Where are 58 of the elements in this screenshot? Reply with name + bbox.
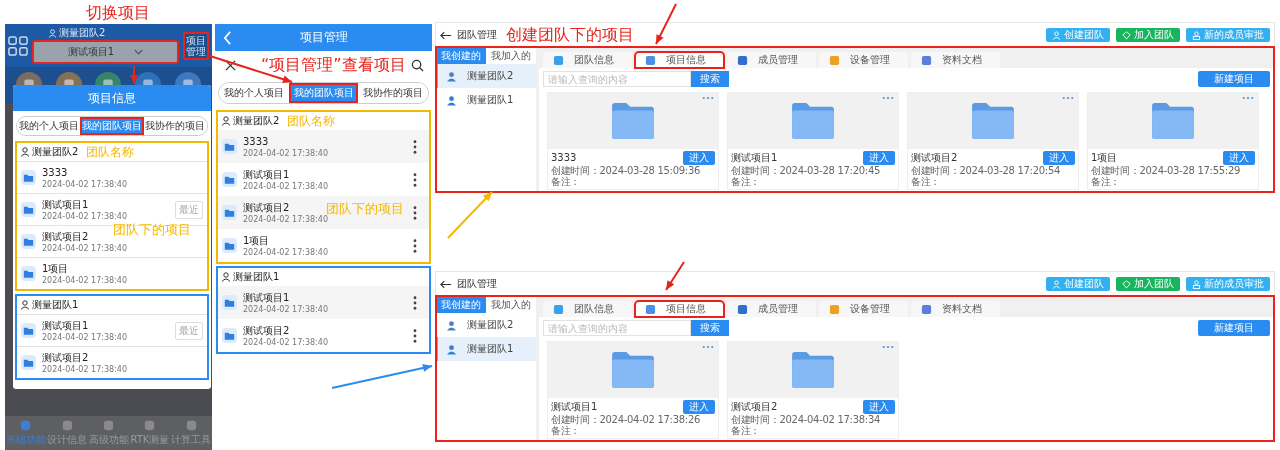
annotation-text: 团队下的项目 <box>113 221 191 239</box>
created-time: 创建时间：2024-04-02 17:38:26 <box>551 414 700 425</box>
annotation-text: “项目管理”查看项目 <box>261 55 406 76</box>
project-time: 2024-04-02 17:38:40 <box>243 246 328 258</box>
project-name: 1项目 <box>1091 152 1118 164</box>
project-name: 3333 <box>42 165 68 179</box>
remark-label: 备注： <box>551 425 581 436</box>
project-time: 2024-04-02 17:38:40 <box>42 210 127 222</box>
project-time: 2024-04-02 17:38:40 <box>42 363 127 375</box>
created-time: 创建时间：2024-03-28 17:55:29 <box>1091 165 1240 176</box>
project-name: 测试项目2 <box>731 401 778 413</box>
project-name: 测试项目2 <box>42 350 89 364</box>
team-name: 测量团队2 <box>233 114 280 128</box>
project-name: 1项目 <box>243 233 270 247</box>
project-name: 测试项目1 <box>551 401 598 413</box>
project-time: 2024-04-02 17:38:40 <box>243 303 328 315</box>
created-time: 创建时间：2024-04-02 17:38:34 <box>731 414 880 425</box>
annotation-text: 切换项目 <box>86 3 150 24</box>
created-time: 创建时间：2024-03-28 17:20:54 <box>911 165 1060 176</box>
project-name: 测试项目2 <box>911 152 958 164</box>
project-name: 测试项目2 <box>243 200 290 214</box>
project-time: 2024-04-02 17:38:40 <box>42 242 127 254</box>
remark-label: 备注： <box>731 176 761 187</box>
project-name: 测试项目1 <box>42 197 89 211</box>
project-name: 3333 <box>243 134 269 148</box>
created-time: 创建时间：2024-03-28 17:20:45 <box>731 165 880 176</box>
project-time: 2024-04-02 17:38:40 <box>243 336 328 348</box>
annotation-text: 团队下的项目 <box>326 200 404 216</box>
screen-title: 项目管理 <box>298 29 349 46</box>
remark-label: 备注： <box>551 176 581 187</box>
page-title: 团队管理 <box>457 277 497 291</box>
page-title: 团队管理 <box>457 28 497 42</box>
project-name: 测试项目2 <box>42 229 89 243</box>
project-name: 测试项目2 <box>243 323 290 337</box>
team-name: 测量团队2 <box>32 145 79 159</box>
remark-label: 备注： <box>731 425 761 436</box>
remark-label: 备注： <box>1091 176 1121 187</box>
project-time: 2024-04-02 17:38:40 <box>42 178 127 190</box>
team-name: 测量团队1 <box>32 298 79 312</box>
project-time: 2024-04-02 17:38:40 <box>243 214 328 225</box>
project-name: 测试项目1 <box>731 152 778 164</box>
project-time: 2024-04-02 17:38:40 <box>243 180 328 192</box>
project-time: 2024-04-02 17:38:40 <box>243 147 328 159</box>
project-name: 测试项目1 <box>243 167 290 181</box>
annotation-text: 团队名称 <box>86 143 135 161</box>
team-label: 测量团队2 <box>59 27 106 39</box>
annotation-text: 团队名称 <box>287 112 336 130</box>
created-time: 创建时间：2024-03-28 15:09:36 <box>551 165 700 176</box>
team-name: 测量团队1 <box>233 270 280 284</box>
annotation-text: 创建团队下的项目 <box>506 24 634 46</box>
project-time: 2024-04-02 17:38:40 <box>42 331 127 343</box>
remark-label: 备注： <box>911 176 941 187</box>
project-time: 2024-04-02 17:38:40 <box>42 274 127 286</box>
project-name: 3333 <box>551 152 577 164</box>
project-name: 测试项目1 <box>243 290 290 304</box>
project-name: 测试项目1 <box>42 318 89 332</box>
dialog-title: 项目信息 <box>13 85 211 111</box>
project-name: 1项目 <box>42 261 69 275</box>
